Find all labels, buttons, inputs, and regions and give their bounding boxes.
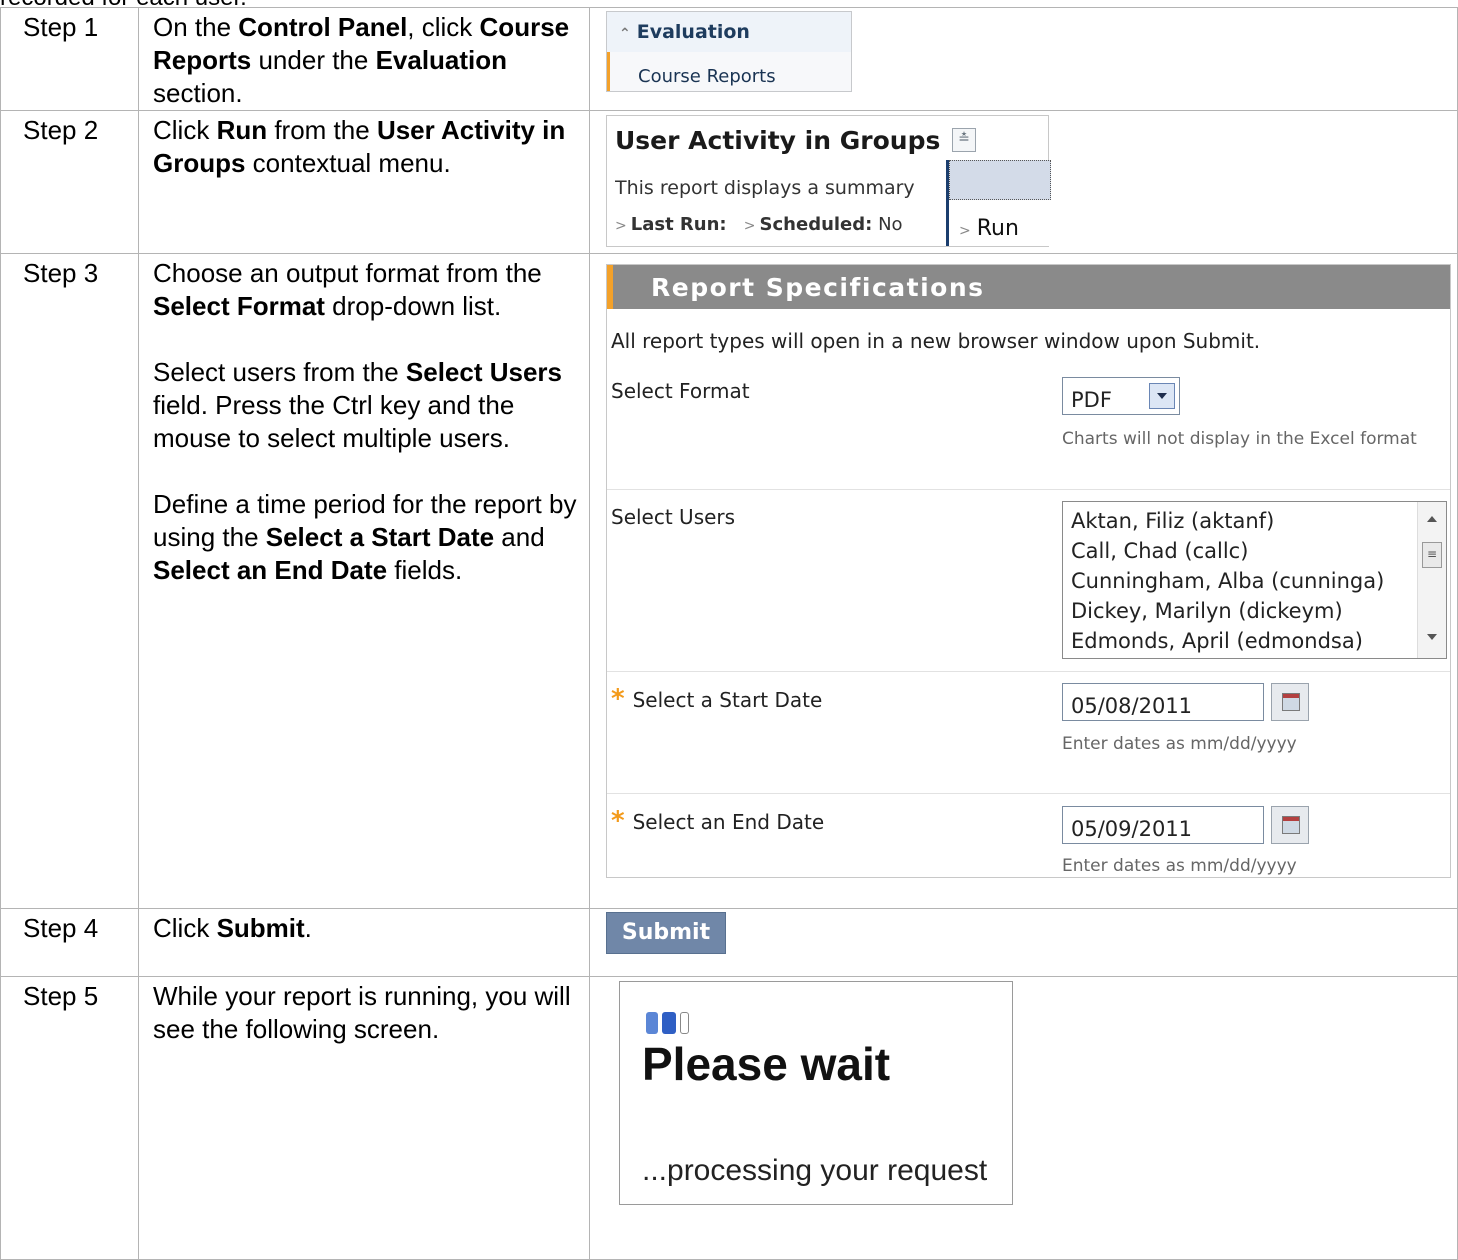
step-row-4: Step 4 Click Submit. Submit bbox=[0, 908, 1458, 977]
required-star-icon: * bbox=[611, 806, 625, 836]
run-menu-item[interactable]: > Run bbox=[959, 212, 1019, 248]
menu-highlight bbox=[949, 160, 1051, 200]
select-format-label: Select Format bbox=[611, 379, 750, 403]
report-specifications-screenshot: Report Specifications All report types w… bbox=[606, 264, 1451, 878]
step-label: Step 3 bbox=[23, 258, 99, 288]
date-format-hint: Enter dates as mm/dd/yyyy bbox=[1062, 734, 1297, 754]
divider bbox=[607, 489, 1450, 490]
start-date-label: * Select a Start Date bbox=[611, 684, 823, 714]
user-option[interactable]: Aktan, Filiz (aktanf) bbox=[1071, 506, 1446, 536]
step-instruction: Click Submit. bbox=[153, 913, 312, 943]
select-format-dropdown[interactable]: PDF bbox=[1062, 377, 1180, 415]
required-star-icon: * bbox=[611, 684, 625, 714]
contextual-menu-chevron-icon[interactable]: ≛ bbox=[952, 128, 976, 152]
listbox-scrollbar[interactable]: ≡ bbox=[1417, 502, 1446, 658]
calendar-icon[interactable] bbox=[1271, 806, 1309, 844]
submit-note: All report types will open in a new brow… bbox=[611, 329, 1261, 353]
step-instruction: While your report is running, you will s… bbox=[153, 981, 571, 1044]
scroll-up-icon[interactable] bbox=[1427, 516, 1437, 522]
loading-spinner-icon bbox=[646, 1012, 702, 1036]
date-format-hint: Enter dates as mm/dd/yyyy bbox=[1062, 856, 1297, 876]
arrow-icon: > bbox=[959, 223, 971, 239]
processing-message: ...processing your request bbox=[642, 1154, 988, 1187]
steps-table: Step 1 On the Control Panel, click Cours… bbox=[0, 7, 1458, 1260]
dropdown-arrow-icon[interactable] bbox=[1149, 383, 1175, 409]
user-option[interactable]: Dickey, Marilyn (dickeym) bbox=[1071, 596, 1446, 626]
user-activity-report-screenshot: User Activity in Groups ≛ This report di… bbox=[606, 115, 1051, 247]
divider bbox=[607, 793, 1450, 794]
evaluation-section-header[interactable]: ⌃ Evaluation bbox=[619, 16, 750, 51]
step-instruction: Choose an output format from the Select … bbox=[139, 254, 589, 587]
arrow-icon: > bbox=[615, 218, 627, 234]
format-hint: Charts will not display in the Excel for… bbox=[1062, 429, 1417, 449]
report-meta: > Last Run: > Scheduled: No bbox=[615, 214, 903, 235]
user-list: Aktan, Filiz (aktanf) Call, Chad (callc) C… bbox=[1063, 502, 1446, 656]
user-option[interactable]: Edmonds, April (edmondsa) bbox=[1071, 626, 1446, 656]
instruction-paragraph: Define a time period for the report by u… bbox=[153, 489, 577, 585]
calendar-icon[interactable] bbox=[1271, 683, 1309, 721]
end-date-label: * Select an End Date bbox=[611, 806, 825, 836]
report-title: User Activity in Groups bbox=[615, 126, 941, 155]
start-date-input[interactable]: 05/08/2011 bbox=[1062, 683, 1264, 721]
instruction-paragraph: Select users from the Select Users field… bbox=[153, 357, 562, 453]
step-label: Step 5 bbox=[23, 981, 99, 1011]
report-description: This report displays a summary bbox=[615, 177, 915, 199]
step-row-5: Step 5 While your report is running, you… bbox=[0, 976, 1458, 1260]
step-label: Step 2 bbox=[23, 115, 99, 145]
please-wait-title: Please wait bbox=[642, 1038, 891, 1090]
submit-button[interactable]: Submit bbox=[606, 912, 726, 954]
step-row-2: Step 2 Click Run from the User Activity … bbox=[0, 110, 1458, 254]
step-row-3: Step 3 Choose an output format from the … bbox=[0, 253, 1458, 909]
collapse-chevron-icon: ⌃ bbox=[619, 26, 631, 42]
divider bbox=[607, 671, 1450, 672]
course-reports-link[interactable]: Course Reports bbox=[607, 52, 851, 91]
step-label: Step 4 bbox=[23, 913, 99, 943]
end-date-input[interactable]: 05/09/2011 bbox=[1062, 806, 1264, 844]
step-label: Step 1 bbox=[23, 12, 99, 42]
user-option[interactable]: Call, Chad (callc) bbox=[1071, 536, 1446, 566]
instruction-paragraph: Choose an output format from the Select … bbox=[153, 258, 542, 321]
report-specifications-header: Report Specifications bbox=[607, 265, 1450, 309]
user-option[interactable]: Cunningham, Alba (cunninga) bbox=[1071, 566, 1446, 596]
scroll-thumb[interactable]: ≡ bbox=[1422, 542, 1442, 568]
contextual-menu: > Run bbox=[946, 160, 1051, 246]
arrow-icon: > bbox=[743, 218, 756, 234]
evaluation-menu-screenshot: ⌃ Evaluation Course Reports bbox=[606, 11, 852, 92]
step-instruction: On the Control Panel, click Course Repor… bbox=[153, 12, 570, 108]
step-row-1: Step 1 On the Control Panel, click Cours… bbox=[0, 7, 1458, 111]
select-users-label: Select Users bbox=[611, 505, 736, 529]
please-wait-screenshot: Please wait ...processing your request bbox=[619, 981, 1013, 1205]
step-instruction: Click Run from the User Activity in Grou… bbox=[153, 115, 566, 178]
scroll-down-icon[interactable] bbox=[1427, 634, 1437, 640]
select-users-listbox[interactable]: Aktan, Filiz (aktanf) Call, Chad (callc) C… bbox=[1062, 501, 1447, 659]
